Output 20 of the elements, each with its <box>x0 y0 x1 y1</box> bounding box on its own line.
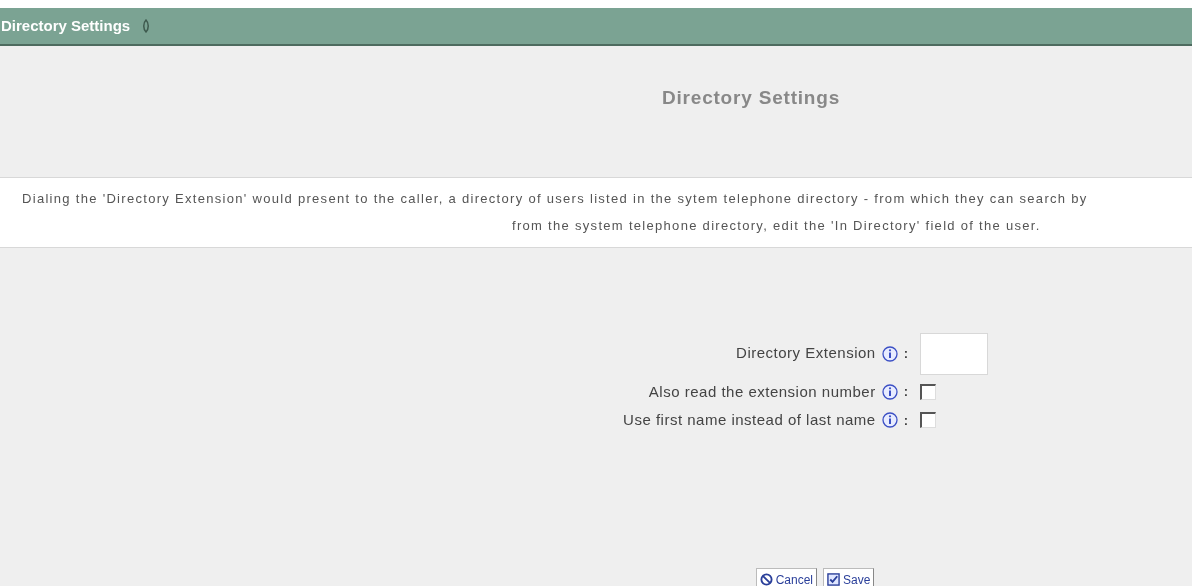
colon: : <box>903 383 908 401</box>
cancel-button[interactable]: Cancel <box>755 567 817 586</box>
info-icon[interactable] <box>881 383 898 400</box>
description-text: Dialing the 'Directory Extension' would present to the caller, a directory of users listed in the sytem telephone directory - from which they can search by <box>22 189 1088 208</box>
extension-input[interactable] <box>920 332 988 375</box>
colon: : <box>903 411 908 430</box>
no-entry-icon <box>759 573 773 586</box>
page-title: Directory Settings <box>661 86 841 110</box>
colon: : <box>903 344 908 363</box>
checkbox[interactable] <box>920 412 936 429</box>
header-title: Directory Settings <box>1 15 131 36</box>
field-label: Use first name instead of last name <box>623 410 876 430</box>
field-label: Directory Extension <box>736 343 876 364</box>
field-label: Also read the extension number <box>648 381 876 402</box>
description-text: from the system telephone directory, edit the 'In Directory' field of the user. <box>512 217 1041 235</box>
info-icon[interactable] <box>881 412 898 429</box>
info-icon[interactable] <box>881 345 898 362</box>
checkbox[interactable] <box>920 383 936 400</box>
save-button[interactable]: Save <box>823 567 875 586</box>
checkbox-icon <box>827 573 840 586</box>
